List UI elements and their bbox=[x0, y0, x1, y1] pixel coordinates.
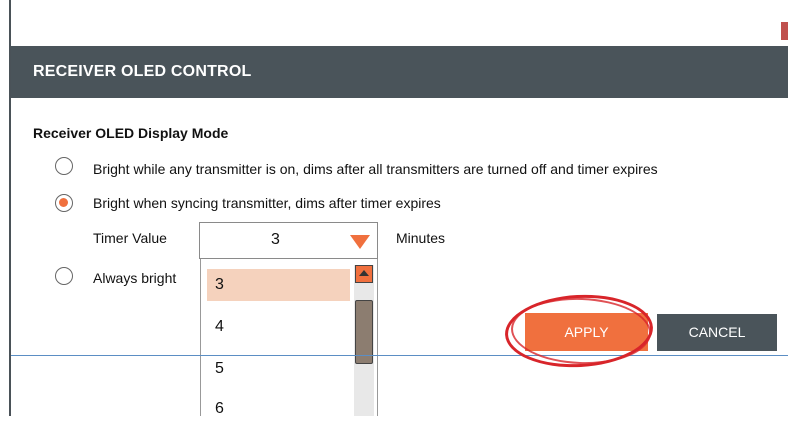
dialog-title: RECEIVER OLED CONTROL bbox=[33, 63, 252, 80]
dialog-header: RECEIVER OLED CONTROL bbox=[11, 46, 788, 98]
divider bbox=[11, 355, 788, 356]
dropdown-option[interactable]: 6 bbox=[207, 393, 350, 425]
chevron-down-icon[interactable] bbox=[350, 235, 370, 249]
option-2-label: Bright when syncing transmitter, dims af… bbox=[93, 195, 441, 211]
section-title: Receiver OLED Display Mode bbox=[33, 125, 229, 141]
dropdown-scrollbar[interactable] bbox=[354, 265, 374, 416]
option-1-label: Bright while any transmitter is on, dims… bbox=[93, 161, 658, 177]
timer-dropdown-list[interactable]: 3 4 5 6 bbox=[200, 259, 378, 417]
close-icon[interactable] bbox=[781, 22, 788, 40]
radio-option-1[interactable] bbox=[55, 157, 73, 175]
cancel-button[interactable]: CANCEL bbox=[657, 314, 777, 351]
timer-label: Timer Value bbox=[93, 230, 167, 246]
dropdown-option[interactable]: 5 bbox=[207, 353, 350, 385]
timer-select[interactable]: 3 bbox=[199, 222, 378, 259]
radio-option-3[interactable] bbox=[55, 267, 73, 285]
option-3-label: Always bright bbox=[93, 270, 177, 286]
radio-option-2[interactable] bbox=[55, 194, 73, 212]
dropdown-option[interactable]: 3 bbox=[207, 269, 350, 301]
window-top-area bbox=[0, 0, 788, 46]
scroll-up-icon[interactable] bbox=[355, 265, 373, 283]
minutes-label: Minutes bbox=[396, 230, 446, 246]
dropdown-option[interactable]: 4 bbox=[207, 311, 350, 343]
timer-select-value: 3 bbox=[271, 231, 280, 248]
